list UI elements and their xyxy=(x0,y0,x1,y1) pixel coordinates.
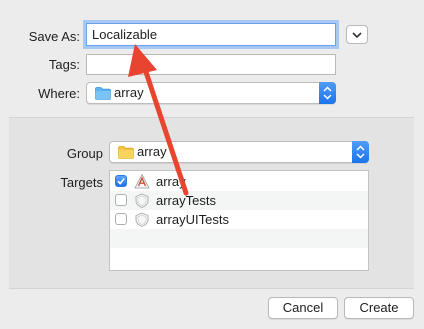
up-down-arrows-icon xyxy=(323,86,332,100)
target-row-arraytests[interactable]: arrayTests xyxy=(110,191,368,210)
empty-row xyxy=(110,248,368,267)
popup-stepper xyxy=(319,82,336,104)
targets-list[interactable]: array arrayTests arrayUITests xyxy=(109,170,369,271)
targets-label: Targets xyxy=(60,175,103,190)
checkbox-unchecked[interactable] xyxy=(115,213,127,225)
checkbox-unchecked[interactable] xyxy=(115,194,127,206)
target-label: array xyxy=(156,174,186,189)
checkmark-icon xyxy=(117,177,125,185)
checkbox-checked[interactable] xyxy=(115,175,127,187)
folder-icon xyxy=(95,87,111,100)
where-label: Where: xyxy=(38,86,80,101)
save-as-value: Localizable xyxy=(92,27,158,42)
expand-dialog-button[interactable] xyxy=(346,25,368,44)
up-down-arrows-icon xyxy=(356,145,365,159)
where-popup[interactable]: array xyxy=(86,82,336,104)
group-popup[interactable]: array xyxy=(109,141,369,163)
chevron-down-icon xyxy=(352,32,362,39)
where-value: array xyxy=(114,85,144,100)
test-target-icon xyxy=(135,212,149,227)
tags-label: Tags: xyxy=(48,57,80,72)
target-label: arrayTests xyxy=(156,193,216,208)
app-target-icon xyxy=(134,174,150,189)
save-as-field[interactable]: Localizable xyxy=(86,23,336,46)
cancel-button[interactable]: Cancel xyxy=(268,297,338,319)
create-button[interactable]: Create xyxy=(344,297,414,319)
target-row-array[interactable]: array xyxy=(110,172,368,191)
test-target-icon xyxy=(135,193,149,208)
group-value: array xyxy=(137,144,167,159)
target-label: arrayUITests xyxy=(156,212,229,227)
group-label: Group xyxy=(66,146,103,161)
save-as-label: Save As: xyxy=(28,29,80,44)
folder-icon xyxy=(118,146,134,159)
tags-field[interactable] xyxy=(86,54,336,75)
popup-stepper xyxy=(352,141,369,163)
empty-row xyxy=(110,229,368,248)
target-row-arrayuitests[interactable]: arrayUITests xyxy=(110,210,368,229)
